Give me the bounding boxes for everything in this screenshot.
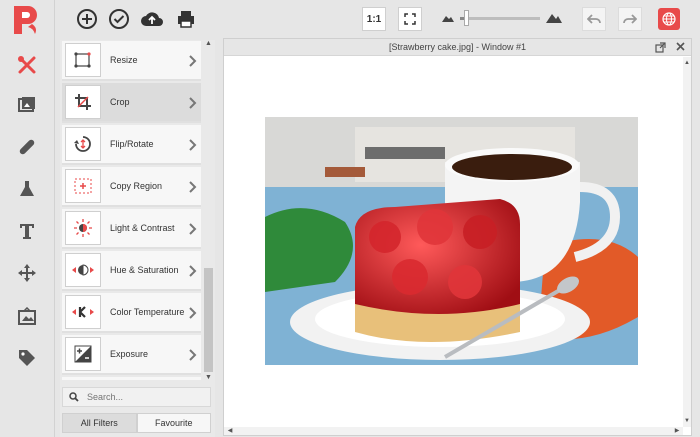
- sun-icon: [65, 211, 101, 245]
- filter-item-label: Hue & Saturation: [110, 265, 179, 275]
- filter-panel: Resize Crop Flip/Rotate Copy Region Light & …: [60, 40, 215, 437]
- tool-rail: [0, 0, 55, 437]
- scroll-right-icon[interactable]: ▶: [673, 427, 681, 435]
- chevron-right-icon: [187, 180, 197, 193]
- window-title: [Strawberry cake.jpg] - Window #1: [224, 39, 691, 56]
- canvas-horizontal-scrollbar[interactable]: ◀ ▶: [224, 427, 683, 435]
- filter-item-label: Light & Contrast: [110, 223, 175, 233]
- actual-size-button[interactable]: 1:1: [362, 7, 386, 31]
- filter-search[interactable]: [62, 387, 211, 407]
- scroll-up-icon[interactable]: ▲: [683, 59, 691, 67]
- filter-item-label: Color Temperature: [110, 307, 185, 317]
- redo-button[interactable]: [618, 7, 642, 31]
- app-logo: [10, 4, 40, 36]
- expand-icon: [404, 13, 416, 25]
- image-canvas[interactable]: [224, 57, 683, 427]
- temperature-icon: [65, 295, 101, 329]
- gallery-icon[interactable]: [12, 90, 42, 120]
- tab-favourite[interactable]: Favourite: [136, 413, 211, 433]
- tag-icon[interactable]: [12, 343, 42, 373]
- tools-icon[interactable]: [12, 50, 42, 80]
- filter-scrollbar[interactable]: ▲ ▼: [203, 40, 214, 382]
- bandage-icon[interactable]: [12, 132, 42, 162]
- chevron-right-icon: [187, 306, 197, 319]
- cloud-upload-icon[interactable]: [140, 7, 164, 31]
- flask-icon[interactable]: [12, 174, 42, 204]
- scroll-down-icon[interactable]: ▼: [204, 374, 213, 382]
- tab-all-filters[interactable]: All Filters: [62, 413, 137, 433]
- text-icon[interactable]: [12, 216, 42, 246]
- rotate-icon: [65, 127, 101, 161]
- fit-screen-button[interactable]: [398, 7, 422, 31]
- filter-item-copy-region[interactable]: Copy Region: [62, 167, 201, 207]
- filter-item-partial[interactable]: [62, 377, 201, 380]
- exposure-icon: [65, 337, 101, 371]
- search-icon: [69, 392, 79, 402]
- filter-item-label: Crop: [110, 97, 130, 107]
- filter-item-resize[interactable]: Resize: [62, 41, 201, 81]
- top-toolbar: 1:1: [55, 0, 700, 38]
- zoom-slider-handle[interactable]: [464, 10, 469, 26]
- globe-icon: [662, 12, 676, 26]
- filter-item-crop[interactable]: Crop: [62, 83, 201, 123]
- chevron-right-icon: [187, 348, 197, 361]
- scroll-up-icon[interactable]: ▲: [204, 40, 213, 48]
- chevron-right-icon: [187, 96, 197, 109]
- strawberry-cake-photo: [265, 117, 638, 365]
- filter-item-hue-saturation[interactable]: Hue & Saturation: [62, 251, 201, 291]
- print-icon[interactable]: [174, 7, 198, 31]
- hue-icon: [65, 253, 101, 287]
- frame-icon[interactable]: [12, 302, 42, 332]
- filter-item-flip-rotate[interactable]: Flip/Rotate: [62, 125, 201, 165]
- filter-item-exposure[interactable]: Exposure: [62, 335, 201, 375]
- popout-icon[interactable]: [655, 42, 666, 53]
- mountain-small-icon: [442, 16, 454, 22]
- photo-editor-app: 1:1 Resize Crop Flip/Rotate Copy Region Ligh…: [0, 0, 700, 437]
- language-button[interactable]: [658, 8, 680, 30]
- resize-icon: [65, 43, 101, 77]
- move-icon[interactable]: [12, 258, 42, 288]
- copy-region-icon: [65, 169, 101, 203]
- add-circle-icon[interactable]: [75, 7, 99, 31]
- chevron-right-icon: [187, 54, 197, 67]
- zoom-slider[interactable]: [460, 17, 540, 20]
- redo-icon: [623, 14, 637, 24]
- check-circle-icon[interactable]: [107, 7, 131, 31]
- mountain-large-icon: [546, 14, 562, 23]
- filter-item-label: Flip/Rotate: [110, 139, 154, 149]
- crop-icon: [65, 85, 101, 119]
- scroll-left-icon[interactable]: ◀: [226, 427, 234, 435]
- filter-scroll-thumb[interactable]: [204, 268, 213, 372]
- undo-icon: [587, 14, 601, 24]
- filter-item-light-contrast[interactable]: Light & Contrast: [62, 209, 201, 249]
- close-icon[interactable]: [675, 41, 686, 52]
- scroll-down-icon[interactable]: ▼: [683, 417, 691, 425]
- undo-button[interactable]: [582, 7, 606, 31]
- filter-item-color-temperature[interactable]: Color Temperature: [62, 293, 201, 333]
- filter-list: Resize Crop Flip/Rotate Copy Region Light & …: [60, 40, 201, 380]
- search-input[interactable]: [87, 392, 197, 402]
- image-window: [Strawberry cake.jpg] - Window #1 ▲ ▼ ◀ …: [223, 38, 692, 436]
- filter-item-label: Exposure: [110, 349, 149, 359]
- chevron-right-icon: [187, 138, 197, 151]
- chevron-right-icon: [187, 222, 197, 235]
- filter-tabs: All Filters Favourite: [62, 413, 211, 433]
- chevron-right-icon: [187, 264, 197, 277]
- filter-item-label: Copy Region: [110, 181, 163, 191]
- canvas-vertical-scrollbar[interactable]: ▲ ▼: [683, 57, 691, 427]
- filter-item-label: Resize: [110, 55, 138, 65]
